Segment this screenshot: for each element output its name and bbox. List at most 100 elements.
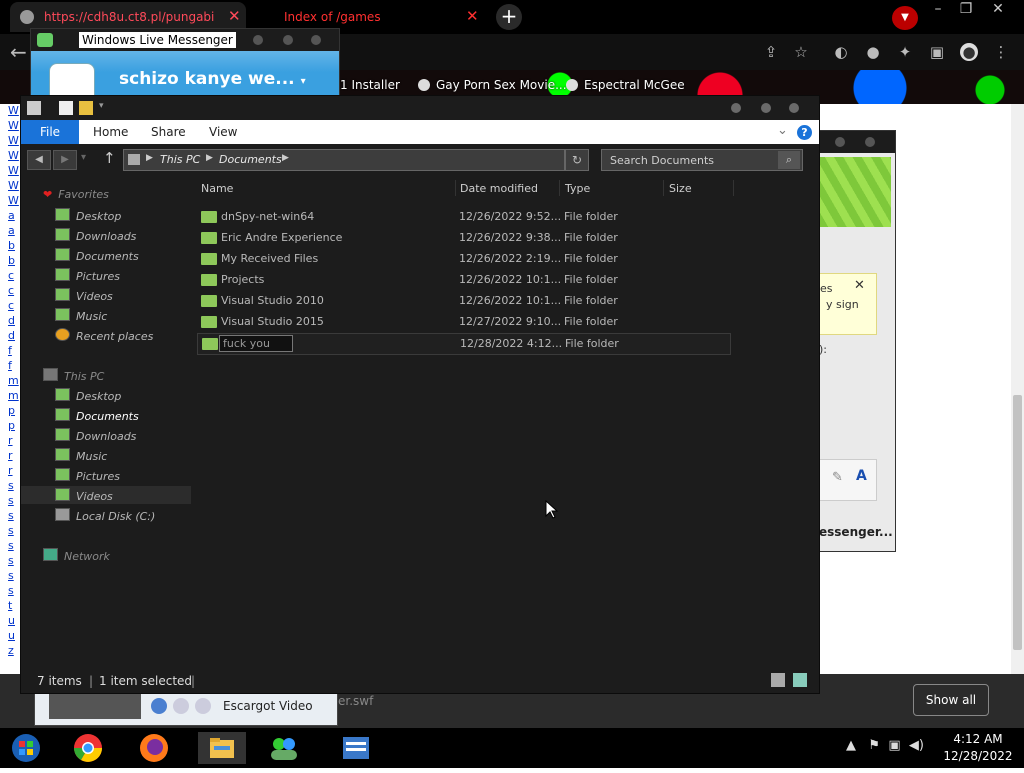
volume-icon[interactable]: ◀) xyxy=(909,738,924,753)
page-link[interactable]: W xyxy=(8,104,19,117)
help-icon[interactable]: ? xyxy=(797,125,812,140)
page-link[interactable]: p xyxy=(8,404,15,417)
table-row[interactable]: Projects 12/26/2022 10:1... File folder xyxy=(197,270,729,290)
page-link[interactable]: z xyxy=(8,644,14,657)
back-arrow-icon[interactable]: ← xyxy=(10,40,27,64)
messenger-taskbar-icon[interactable] xyxy=(266,732,302,764)
tab-file[interactable]: File xyxy=(21,120,79,144)
clock-time[interactable]: 4:12 AM xyxy=(940,732,1016,746)
nav-fav-videos[interactable]: Videos xyxy=(55,288,113,306)
details-view-icon[interactable] xyxy=(771,673,785,687)
puzzle-icon[interactable]: ✦ xyxy=(896,43,914,61)
breadcrumb-separator-icon[interactable]: ▶ xyxy=(282,153,289,163)
prev-icon[interactable] xyxy=(173,698,189,714)
maximize-icon[interactable] xyxy=(283,35,293,45)
close-icon[interactable] xyxy=(789,103,799,113)
page-link[interactable]: s xyxy=(8,539,14,552)
bookmark-star-icon[interactable]: ☆ xyxy=(792,43,810,61)
tab-share[interactable]: Share xyxy=(151,120,186,144)
table-row[interactable]: Visual Studio 2015 12/27/2022 9:10... File… xyxy=(197,312,729,332)
column-header-date[interactable]: Date modified xyxy=(460,182,538,195)
column-divider[interactable] xyxy=(663,180,664,196)
page-link[interactable]: f xyxy=(8,359,12,372)
contact-name[interactable]: schizo kanye we... ▾ xyxy=(119,69,306,89)
nav-fav-recent[interactable]: Recent places xyxy=(55,328,153,346)
close-icon[interactable] xyxy=(865,137,875,147)
scrollbar-thumb[interactable] xyxy=(1013,395,1022,650)
nav-pc-videos[interactable]: Videos xyxy=(55,488,113,506)
bookmark-item[interactable]: Gay Porn Sex Movie... xyxy=(418,78,567,92)
rename-input[interactable] xyxy=(219,335,293,352)
breadcrumb-separator-icon[interactable]: ▶ xyxy=(146,153,153,163)
column-header-type[interactable]: Type xyxy=(565,182,590,195)
tab-search-icon[interactable]: ▼ xyxy=(892,6,918,30)
page-link[interactable]: s xyxy=(8,479,14,492)
nav-this-pc[interactable]: This PC xyxy=(43,368,104,386)
table-row[interactable]: Visual Studio 2010 12/26/2022 10:1... File… xyxy=(197,291,729,311)
back-button[interactable]: ◀ xyxy=(27,150,51,170)
page-link[interactable]: u xyxy=(8,629,15,642)
page-link[interactable]: b xyxy=(8,239,15,252)
refresh-button[interactable]: ↻ xyxy=(565,149,589,171)
page-link[interactable]: r xyxy=(8,434,13,447)
expand-ribbon-icon[interactable]: ⌄ xyxy=(777,123,788,138)
messenger-main-window[interactable]: ▤▾ es y sign ✕ ): ✎ A essenger... xyxy=(818,130,896,552)
page-link[interactable]: d xyxy=(8,329,15,342)
nav-fav-music[interactable]: Music xyxy=(55,308,107,326)
page-link[interactable]: c xyxy=(8,284,14,297)
page-link[interactable]: s xyxy=(8,494,14,507)
bookmark-item[interactable]: Espectral McGee xyxy=(566,78,685,92)
font-format-icon[interactable]: A xyxy=(856,468,867,484)
page-link[interactable]: f xyxy=(8,344,12,357)
address-bar[interactable]: ▶ This PC ▶ Documents ▶ xyxy=(123,149,565,171)
control-panel-icon[interactable] xyxy=(338,732,374,764)
minimize-icon[interactable] xyxy=(731,103,741,113)
close-tab-icon[interactable]: ✕ xyxy=(466,7,479,25)
large-icons-view-icon[interactable] xyxy=(793,673,807,687)
close-notification-icon[interactable]: ✕ xyxy=(854,278,865,293)
breadcrumb-this-pc[interactable]: This PC xyxy=(160,153,200,166)
page-link[interactable]: m xyxy=(8,374,19,387)
messenger-conversation-window[interactable]: Windows Live Messenger schizo kanye we..… xyxy=(30,28,340,105)
file-explorer-taskbar-icon[interactable] xyxy=(198,732,246,764)
table-row-selected[interactable]: 12/28/2022 4:12...File folder xyxy=(197,333,731,355)
profile-avatar-icon[interactable]: ● xyxy=(960,43,978,61)
explorer-titlebar[interactable]: ▾ xyxy=(21,96,819,120)
page-link[interactable]: b xyxy=(8,254,15,267)
show-hidden-icons-icon[interactable]: ▲ xyxy=(846,738,856,753)
new-folder-icon[interactable] xyxy=(79,101,93,115)
network-icon[interactable]: ▣ xyxy=(888,738,900,753)
page-link[interactable]: u xyxy=(8,614,15,627)
pencil-icon[interactable]: ✎ xyxy=(832,470,843,485)
page-link[interactable]: d xyxy=(8,314,15,327)
tab-home[interactable]: Home xyxy=(93,120,128,144)
page-link[interactable]: a xyxy=(8,224,15,237)
bookmark-item[interactable]: 1 Installer xyxy=(340,78,400,92)
download-item-label[interactable]: er.swf xyxy=(338,694,373,708)
close-window-icon[interactable]: ✕ xyxy=(982,0,1014,18)
page-link[interactable]: W xyxy=(8,164,19,177)
close-tab-icon[interactable]: ✕ xyxy=(228,7,241,25)
share-icon[interactable]: ⇪ xyxy=(762,43,780,61)
nav-favorites[interactable]: ❤ Favorites xyxy=(43,188,109,206)
tab-view[interactable]: View xyxy=(209,120,237,144)
profile-extension-icon[interactable]: ● xyxy=(864,43,882,61)
show-all-button[interactable]: Show all xyxy=(913,684,989,716)
forward-button[interactable]: ▶ xyxy=(53,150,77,170)
page-link[interactable]: t xyxy=(8,599,12,612)
table-row[interactable]: My Received Files 12/26/2022 2:19... File … xyxy=(197,249,729,269)
messenger-titlebar[interactable]: Windows Live Messenger xyxy=(31,29,339,51)
recent-locations-icon[interactable]: ▾ xyxy=(81,152,86,163)
customize-qa-icon[interactable]: ▾ xyxy=(99,101,104,111)
minimize-icon[interactable] xyxy=(253,35,263,45)
page-link[interactable]: m xyxy=(8,389,19,402)
restore-icon[interactable]: ❐ xyxy=(950,0,982,18)
nav-fav-documents[interactable]: Documents xyxy=(55,248,139,266)
clock-date[interactable]: 12/28/2022 xyxy=(940,749,1016,763)
page-link[interactable]: p xyxy=(8,419,15,432)
page-link[interactable]: a xyxy=(8,209,15,222)
page-link[interactable]: W xyxy=(8,134,19,147)
file-explorer-window[interactable]: ▾ File Home Share View ⌄ ? ◀ ▶ ▾ ↑ ▶ Thi… xyxy=(20,95,820,694)
next-icon[interactable] xyxy=(195,698,211,714)
page-link[interactable]: W xyxy=(8,194,19,207)
